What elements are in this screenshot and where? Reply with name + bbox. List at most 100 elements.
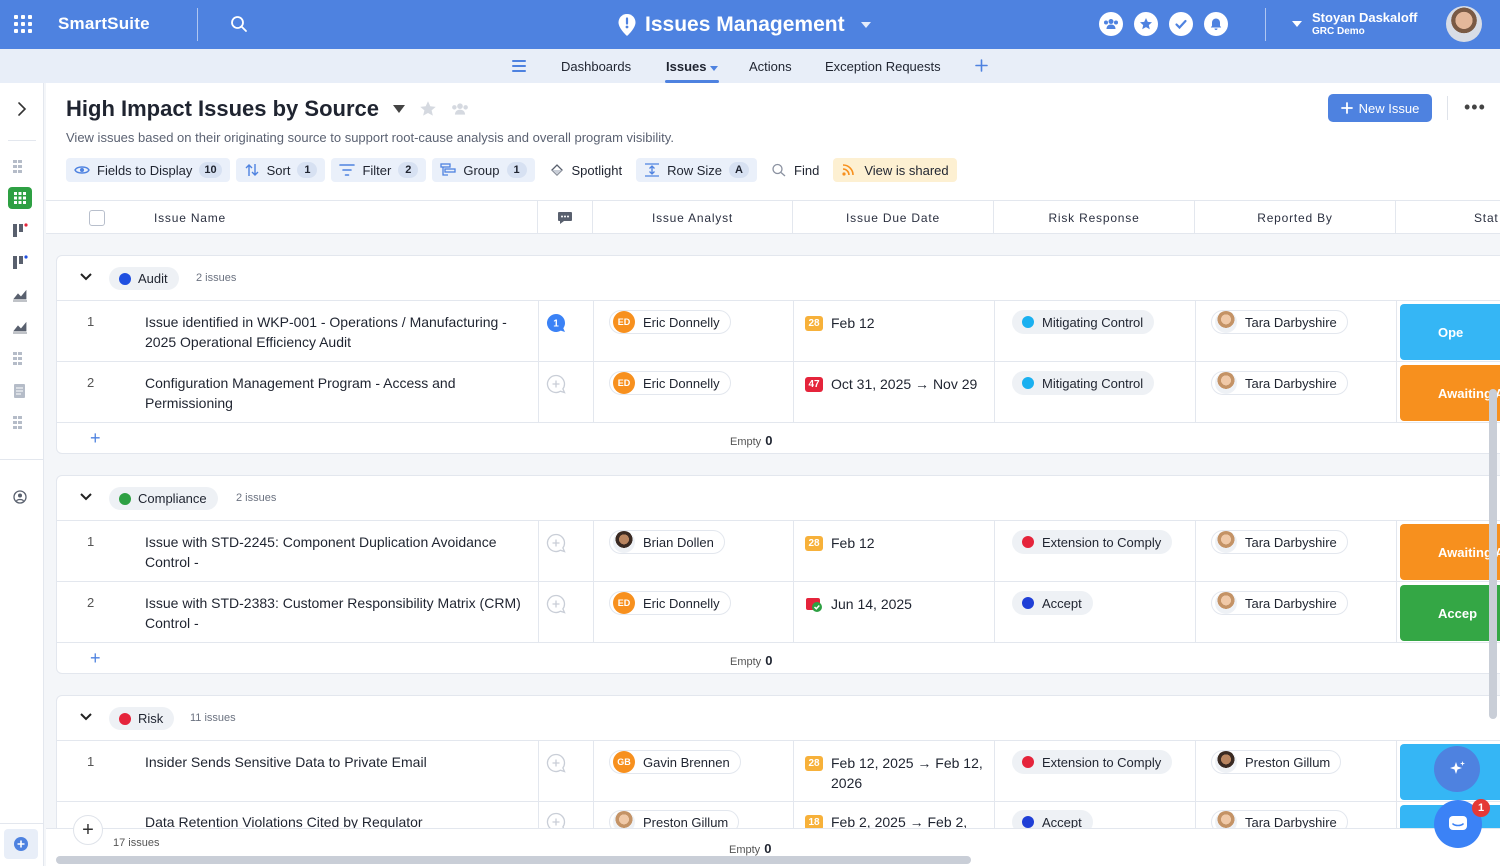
chart-view-icon[interactable] (11, 287, 29, 303)
bell-icon[interactable] (1204, 12, 1228, 36)
due-date[interactable]: 18 Feb 2, 2025 → Feb 2, 2026 (805, 812, 985, 828)
issue-name[interactable]: Data Retention Violations Cited by Regul… (145, 812, 525, 828)
new-issue-button[interactable]: New Issue (1328, 94, 1432, 122)
group-header[interactable]: Risk 11 issues (57, 696, 1500, 740)
analyst-chip[interactable]: GB Gavin Brennen (609, 750, 741, 774)
solution-switcher[interactable]: Issues Management (617, 11, 871, 39)
risk-response-pill[interactable]: Accept (1012, 810, 1093, 828)
add-comment-icon[interactable] (546, 533, 566, 553)
people-icon[interactable] (451, 101, 469, 117)
sort-button[interactable]: Sort 1 (235, 158, 326, 182)
search-icon[interactable] (229, 14, 249, 34)
column-reported-by[interactable]: Reported By (1195, 201, 1396, 234)
table-row[interactable]: 1 Issue with STD-2245: Component Duplica… (57, 520, 1500, 581)
analyst-chip[interactable]: ED Eric Donnelly (609, 371, 731, 395)
reporter-chip[interactable]: Tara Darbyshire (1211, 310, 1348, 334)
issue-name[interactable]: Issue with STD-2383: Customer Responsibi… (145, 593, 525, 633)
row-size-button[interactable]: Row Size A (636, 158, 758, 182)
add-tab-icon[interactable] (975, 59, 988, 72)
analyst-chip[interactable]: Preston Gillum (609, 810, 740, 828)
user-avatar[interactable] (1446, 6, 1482, 42)
due-date[interactable]: 28 Feb 12, 2025 → Feb 12, 2026 (805, 753, 985, 793)
add-record-icon[interactable]: + (90, 648, 101, 669)
filter-button[interactable]: Filter 2 (331, 158, 427, 182)
group-button[interactable]: Group 1 (432, 158, 535, 182)
comment-count-icon[interactable]: 1 (546, 313, 566, 333)
issue-name[interactable]: Issue identified in WKP-001 - Operations… (145, 312, 525, 352)
analyst-chip[interactable]: ED Eric Donnelly (609, 591, 731, 615)
tab-issues[interactable]: Issues (666, 59, 719, 74)
user-circle-icon[interactable] (11, 489, 29, 505)
issue-name[interactable]: Configuration Management Program - Acces… (145, 373, 525, 413)
table-row[interactable]: 2 Data Retention Violations Cited by Reg… (57, 801, 1500, 828)
chevron-down-icon[interactable] (79, 492, 93, 502)
tab-actions[interactable]: Actions (749, 59, 792, 74)
risk-response-pill[interactable]: Accept (1012, 591, 1093, 615)
view-shared-button[interactable]: View is shared (833, 158, 957, 182)
reporter-chip[interactable]: Tara Darbyshire (1211, 810, 1348, 828)
chevron-down-icon[interactable] (392, 105, 405, 113)
ai-assistant-button[interactable] (1434, 746, 1480, 792)
add-comment-icon[interactable] (546, 374, 566, 394)
column-issue-name[interactable]: Issue Name (46, 201, 538, 234)
grid-view-icon[interactable] (11, 351, 29, 367)
reporter-chip[interactable]: Tara Darbyshire (1211, 591, 1348, 615)
status-badge[interactable]: Ope (1400, 304, 1500, 360)
grid-view-icon[interactable] (11, 159, 29, 175)
due-date[interactable]: 47 Oct 31, 2025 → Nov 29 (805, 374, 985, 394)
kanban-view-icon[interactable] (11, 223, 29, 239)
reporter-chip[interactable]: Preston Gillum (1211, 750, 1342, 774)
column-comments[interactable] (538, 201, 593, 234)
column-issue-analyst[interactable]: Issue Analyst (593, 201, 793, 234)
add-record-button[interactable]: + (73, 815, 103, 845)
column-risk-response[interactable]: Risk Response (994, 201, 1195, 234)
expand-sidebar-icon[interactable] (13, 101, 31, 117)
horizontal-scrollbar[interactable] (56, 856, 971, 864)
table-row[interactable]: 1 Insider Sends Sensitive Data to Privat… (57, 740, 1500, 801)
status-badge[interactable]: Accep (1400, 585, 1500, 641)
issue-name[interactable]: Insider Sends Sensitive Data to Private … (145, 752, 525, 772)
table-row[interactable]: 1 Issue identified in WKP-001 - Operatio… (57, 300, 1500, 361)
brand-logo[interactable]: SmartSuite (58, 14, 150, 34)
chart-view-icon[interactable] (11, 319, 29, 335)
fields-to-display-button[interactable]: Fields to Display 10 (66, 158, 230, 182)
group-header[interactable]: Compliance 2 issues (57, 476, 1500, 520)
vertical-scrollbar[interactable] (1489, 389, 1497, 719)
more-options-icon[interactable]: ••• (1464, 97, 1486, 118)
team-icon[interactable] (1099, 12, 1123, 36)
grid-view-icon[interactable] (11, 415, 29, 431)
add-comment-icon[interactable] (546, 594, 566, 614)
reporter-chip[interactable]: Tara Darbyshire (1211, 371, 1348, 395)
user-menu[interactable]: Stoyan Daskaloff GRC Demo (1292, 10, 1417, 39)
spotlight-button[interactable]: Spotlight (541, 158, 631, 182)
risk-response-pill[interactable]: Extension to Comply (1012, 530, 1173, 554)
chevron-down-icon[interactable] (79, 712, 93, 722)
apps-grid-icon[interactable] (14, 15, 32, 33)
analyst-chip[interactable]: ED Eric Donnelly (609, 310, 731, 334)
add-view-button[interactable] (4, 829, 38, 859)
chevron-down-icon[interactable] (79, 272, 93, 282)
add-record-icon[interactable]: + (90, 428, 101, 449)
star-outline-icon[interactable] (419, 100, 437, 118)
risk-response-pill[interactable]: Mitigating Control (1012, 310, 1155, 334)
due-date[interactable]: Jun 14, 2025 (805, 594, 985, 614)
reporter-chip[interactable]: Tara Darbyshire (1211, 530, 1348, 554)
risk-response-pill[interactable]: Extension to Comply (1012, 750, 1173, 774)
kanban-view-icon[interactable] (11, 255, 29, 271)
grid-view-active-icon[interactable] (8, 187, 32, 209)
add-comment-icon[interactable] (546, 812, 566, 828)
find-button[interactable]: Find (763, 158, 827, 182)
table-row[interactable]: 2 Configuration Management Program - Acc… (57, 361, 1500, 422)
tab-dashboards[interactable]: Dashboards (561, 59, 631, 74)
document-view-icon[interactable] (11, 383, 29, 399)
group-header[interactable]: Audit 2 issues (57, 256, 1500, 300)
risk-response-pill[interactable]: Mitigating Control (1012, 371, 1155, 395)
issue-name[interactable]: Issue with STD-2245: Component Duplicati… (145, 532, 525, 572)
table-row[interactable]: 2 Issue with STD-2383: Customer Responsi… (57, 581, 1500, 642)
add-comment-icon[interactable] (546, 753, 566, 773)
check-icon[interactable] (1169, 12, 1193, 36)
analyst-chip[interactable]: Brian Dollen (609, 530, 725, 554)
column-status[interactable]: Stat (1396, 201, 1500, 234)
star-icon[interactable] (1134, 12, 1158, 36)
status-badge[interactable]: Awaiting A (1400, 524, 1500, 580)
